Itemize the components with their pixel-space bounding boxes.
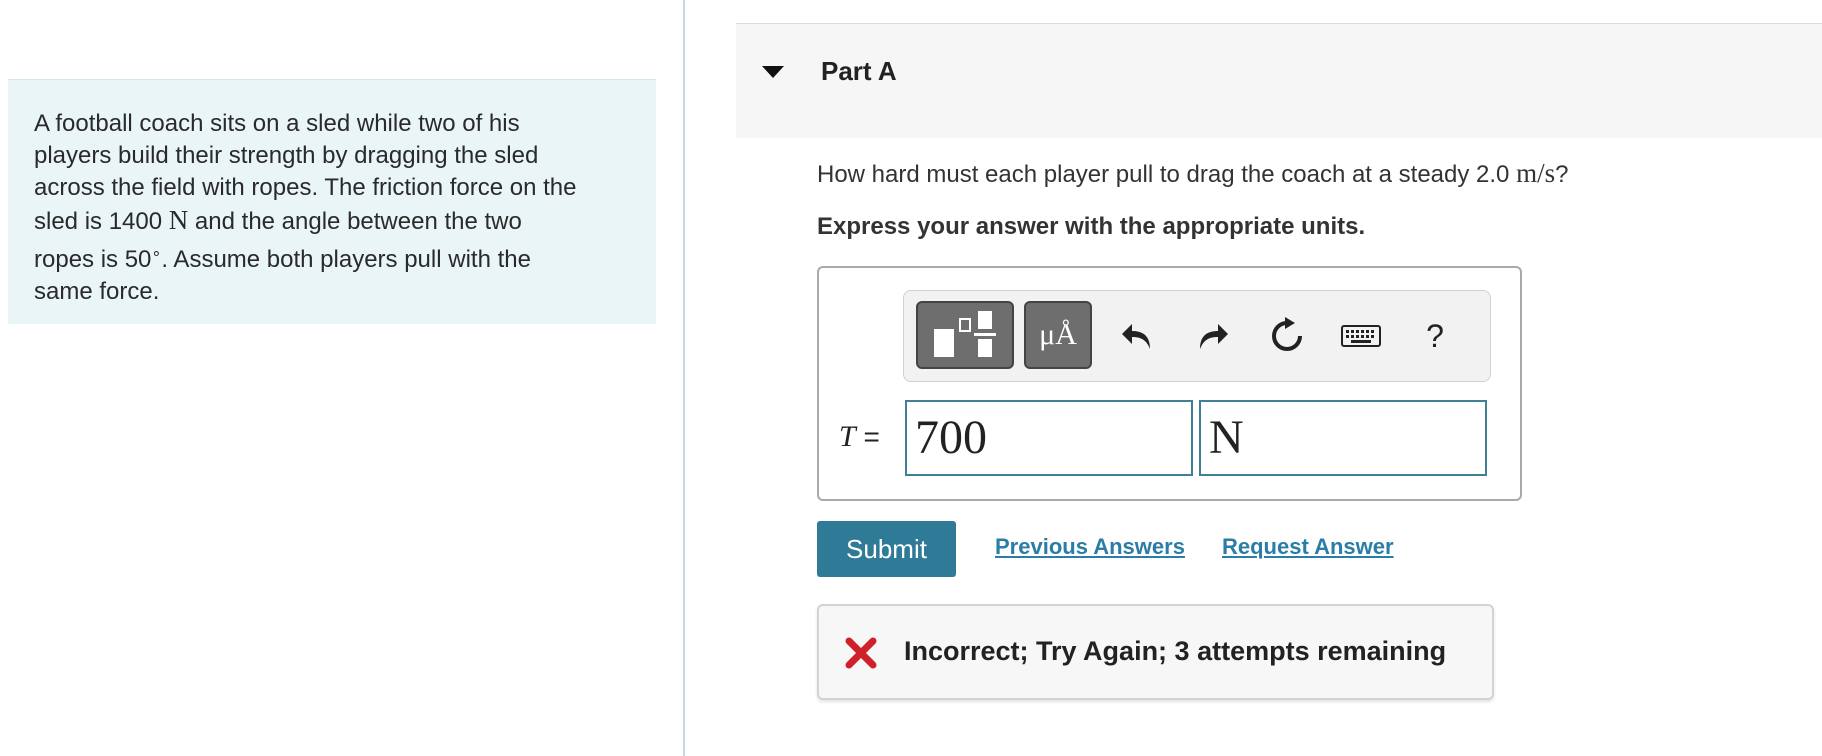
feedback-box: Incorrect; Try Again; 3 attempts remaini… bbox=[817, 604, 1494, 700]
submit-button[interactable]: Submit bbox=[817, 521, 956, 577]
left-panel: A football coach sits on a sled while tw… bbox=[0, 0, 685, 756]
answer-box: μÅ ? T = 700 N bbox=[817, 266, 1522, 501]
question-text: How hard must each player pull to drag t… bbox=[817, 158, 1568, 189]
problem-statement: A football coach sits on a sled while tw… bbox=[8, 79, 656, 324]
keyboard-icon[interactable] bbox=[1338, 313, 1384, 359]
value-input[interactable]: 700 bbox=[905, 400, 1193, 476]
problem-line: ropes is 50∘. Assume both players pull w… bbox=[34, 238, 630, 276]
previous-answers-link[interactable]: Previous Answers bbox=[995, 534, 1185, 560]
problem-text: sled is 1400 bbox=[34, 208, 169, 235]
answer-row: T = 700 N bbox=[819, 400, 1520, 478]
help-icon[interactable]: ? bbox=[1412, 313, 1458, 359]
problem-text: . Assume both players pull with the bbox=[161, 246, 531, 273]
problem-unit: N bbox=[168, 205, 189, 235]
variable-symbol: T bbox=[839, 420, 856, 453]
units-button-label: μÅ bbox=[1039, 318, 1077, 351]
reset-icon[interactable] bbox=[1264, 313, 1310, 359]
problem-line: sled is 1400 N and the angle between the… bbox=[34, 204, 630, 238]
equals-sign: = bbox=[863, 421, 880, 452]
problem-text: and the angle between the two bbox=[188, 208, 522, 235]
templates-icon[interactable] bbox=[916, 301, 1014, 369]
part-header[interactable]: Part A bbox=[736, 23, 1822, 138]
degree-symbol: ∘ bbox=[151, 245, 162, 262]
unit-input[interactable]: N bbox=[1199, 400, 1487, 476]
question-body: How hard must each player pull to drag t… bbox=[817, 161, 1517, 188]
math-toolbar: μÅ ? bbox=[903, 290, 1491, 382]
undo-icon[interactable] bbox=[1114, 313, 1160, 359]
feedback-text: Incorrect; Try Again; 3 attempts remaini… bbox=[904, 636, 1447, 666]
answer-variable-label: T = bbox=[839, 420, 880, 454]
help-label: ? bbox=[1426, 317, 1444, 354]
collapse-caret-icon[interactable] bbox=[762, 66, 784, 78]
question-unit: m/s bbox=[1516, 158, 1556, 188]
part-title: Part A bbox=[821, 56, 897, 86]
problem-line: players build their strength by dragging… bbox=[34, 142, 539, 169]
instruction-text: Express your answer with the appropriate… bbox=[817, 213, 1366, 240]
question-end: ? bbox=[1555, 161, 1569, 188]
request-answer-link[interactable]: Request Answer bbox=[1222, 534, 1394, 560]
problem-text: ropes is 50 bbox=[34, 246, 152, 273]
redo-icon[interactable] bbox=[1190, 313, 1236, 359]
problem-line: across the field with ropes. The frictio… bbox=[34, 174, 577, 201]
problem-line: same force. bbox=[34, 278, 160, 305]
problem-line: A football coach sits on a sled while tw… bbox=[34, 110, 520, 137]
units-icon[interactable]: μÅ bbox=[1024, 301, 1092, 369]
incorrect-icon bbox=[845, 637, 877, 669]
